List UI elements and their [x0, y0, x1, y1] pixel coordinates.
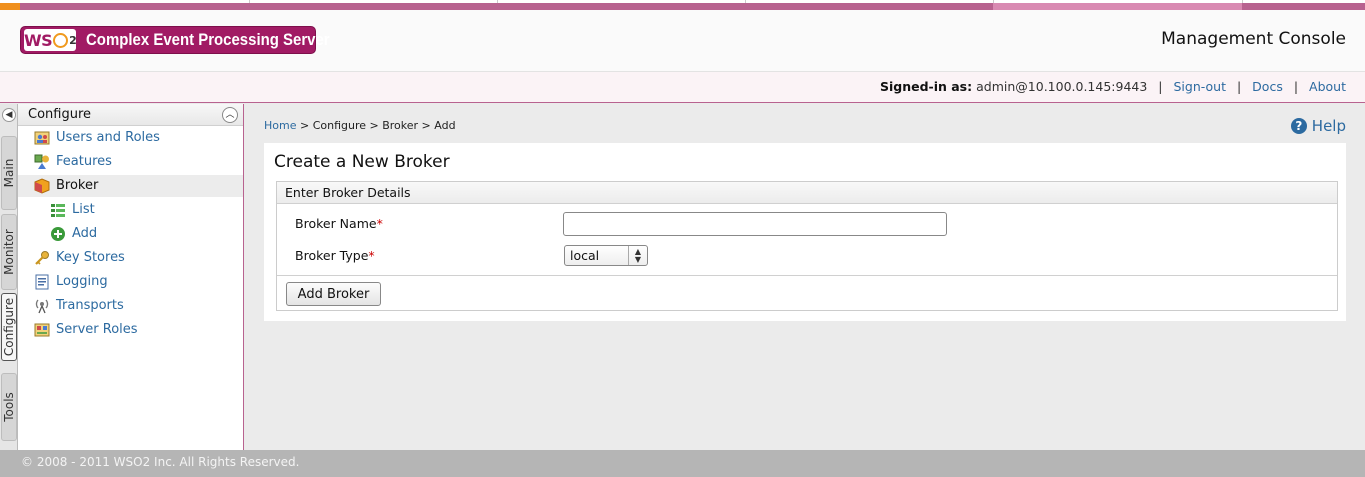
sidebar-item-broker[interactable]: Broker: [18, 175, 243, 197]
help-icon: ?: [1290, 118, 1307, 134]
broker-type-value: local: [570, 248, 600, 263]
sidebar-item-label: Users and Roles: [56, 130, 160, 145]
top-band-active-segment: [993, 3, 1242, 10]
wso2-logo: WS 2: [24, 29, 77, 51]
tab-tools[interactable]: Tools: [1, 373, 17, 441]
sidebar-item-users-and-roles[interactable]: Users and Roles: [18, 127, 243, 149]
features-icon: [34, 154, 49, 169]
broker-form: Enter Broker Details Broker Name* Broker…: [276, 181, 1338, 311]
docs-link[interactable]: Docs: [1252, 79, 1283, 94]
logging-icon: [35, 274, 49, 290]
content-panel: Create a New Broker Enter Broker Details…: [264, 143, 1346, 321]
collapse-up-icon[interactable]: ︿: [222, 107, 238, 123]
user-bar: Signed-in as: admin@10.100.0.145:9443 | …: [0, 72, 1365, 103]
sidebar-item-label: Features: [56, 154, 112, 169]
help-link[interactable]: ? Help: [1290, 117, 1346, 135]
broker-name-label-text: Broker Name: [295, 216, 377, 231]
sidebar-item-logging[interactable]: Logging: [18, 271, 243, 293]
required-marker: *: [376, 216, 383, 231]
broker-type-select[interactable]: local ▲ ▼: [564, 245, 648, 266]
breadcrumb-home-link[interactable]: Home: [264, 119, 296, 132]
sidebar-title: Configure: [28, 107, 92, 122]
sidebar-item-list[interactable]: List: [18, 199, 243, 221]
add-icon: [51, 227, 65, 241]
sidebar-item-add[interactable]: Add: [18, 223, 243, 245]
sign-out-link[interactable]: Sign-out: [1174, 79, 1226, 94]
broker-name-label: Broker Name*: [295, 216, 383, 231]
console-title: Management Console: [1161, 29, 1346, 49]
sidebar-item-label: Broker: [56, 178, 99, 193]
footer: © 2008 - 2011 WSO2 Inc. All Rights Reser…: [0, 450, 1365, 477]
sidebar-item-features[interactable]: Features: [18, 151, 243, 173]
tab-tools-label: Tools: [2, 392, 16, 422]
sidebar-item-label: Add: [72, 226, 98, 241]
page-title: Create a New Broker: [274, 152, 450, 172]
sidebar-item-key-stores[interactable]: Key Stores: [18, 247, 243, 269]
broker-name-input[interactable]: [563, 212, 947, 236]
sidebar-header: Configure ︿: [18, 104, 243, 126]
add-broker-button[interactable]: Add Broker: [286, 282, 381, 306]
key-icon: [35, 251, 49, 265]
broker-type-label-text: Broker Type: [295, 248, 369, 263]
tab-configure[interactable]: Configure: [1, 293, 17, 361]
users-icon: [34, 131, 50, 145]
sidebar-item-server-roles[interactable]: Server Roles: [18, 319, 243, 341]
sidebar-item-label: Key Stores: [56, 250, 125, 265]
sidebar: Configure ︿ Users and Roles Features Bro…: [18, 104, 244, 450]
top-band-accent: [0, 3, 20, 10]
list-icon: [51, 204, 65, 217]
top-tab-stripe: [0, 0, 1365, 10]
form-actions: Add Broker: [277, 275, 1337, 310]
server-roles-icon: [34, 323, 50, 337]
sidebar-item-transports[interactable]: Transports: [18, 295, 243, 317]
product-logo[interactable]: WS 2 Complex Event Processing Server: [20, 26, 330, 54]
sidebar-item-label: Transports: [56, 298, 124, 313]
signed-in-label: Signed-in as:: [879, 79, 973, 94]
sidebar-item-label: Server Roles: [56, 322, 138, 337]
required-marker: *: [368, 248, 375, 263]
broker-type-label: Broker Type*: [295, 248, 375, 263]
sidebar-item-label: List: [72, 202, 95, 217]
about-link[interactable]: About: [1309, 79, 1346, 94]
transports-icon: [35, 299, 49, 314]
tab-monitor-label: Monitor: [2, 229, 16, 275]
vertical-tab-bar: ◀ Main Monitor Configure Tools: [0, 104, 18, 450]
signed-in-user: admin@10.100.0.145:9443: [976, 79, 1148, 94]
sidebar-item-label: Logging: [56, 274, 108, 289]
header: WS 2 Complex Event Processing Server Mana…: [0, 10, 1365, 72]
breadcrumb-path: > Configure > Broker > Add: [296, 119, 456, 132]
tab-configure-label: Configure: [2, 297, 16, 357]
form-section-header: Enter Broker Details: [277, 182, 1337, 204]
collapse-menu-icon[interactable]: ◀: [2, 108, 16, 122]
help-label: Help: [1311, 117, 1346, 135]
broker-icon: [34, 178, 50, 194]
product-name: Complex Event Processing Server: [86, 30, 330, 49]
breadcrumb: Home > Configure > Broker > Add: [264, 119, 456, 132]
tab-main-label: Main: [2, 158, 16, 188]
tab-main[interactable]: Main: [1, 136, 17, 210]
select-arrows-icon: ▲ ▼: [628, 246, 647, 265]
tab-monitor[interactable]: Monitor: [1, 214, 17, 290]
